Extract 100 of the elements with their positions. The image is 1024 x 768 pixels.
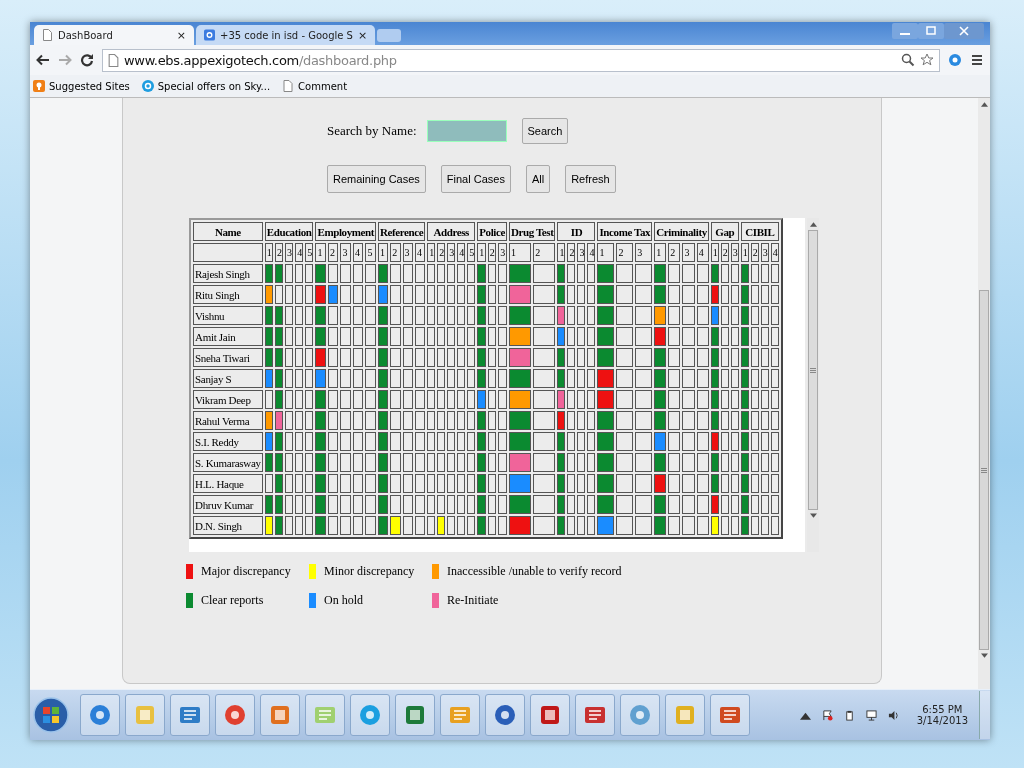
scroll-down-icon[interactable]	[809, 513, 817, 519]
flag-icon[interactable]	[821, 709, 833, 721]
address-bar[interactable]: www.ebs.appexigotech.com/dashboard.php	[102, 48, 940, 72]
name-cell: Rajesh Singh	[193, 264, 263, 283]
start-orb-icon[interactable]	[33, 697, 69, 733]
column-header: Education	[264, 222, 314, 241]
taskbar-button[interactable]	[665, 694, 705, 736]
subcolumn-number: 3	[730, 243, 739, 262]
subcolumn-number: 1	[740, 243, 749, 262]
app-icon	[88, 703, 112, 727]
name-cell: Amit Jain	[193, 327, 263, 346]
scroll-up-icon[interactable]	[809, 221, 817, 227]
scroll-thumb[interactable]	[808, 230, 818, 510]
subcolumn-number: 1	[654, 243, 667, 262]
app-icon	[673, 703, 697, 727]
show-desktop-button[interactable]	[979, 691, 990, 739]
subcolumn-number: 1	[710, 243, 719, 262]
taskbar-button[interactable]	[350, 694, 390, 736]
url-host: www.ebs.appexigotech.com	[124, 52, 299, 68]
filter-button[interactable]: Remaining Cases	[327, 165, 426, 193]
subcolumn-number: 2	[668, 243, 681, 262]
taskbar-button[interactable]	[620, 694, 660, 736]
taskbar-button[interactable]	[80, 694, 120, 736]
taskbar-button[interactable]	[260, 694, 300, 736]
new-tab-button[interactable]	[377, 29, 402, 42]
column-header: Employment	[315, 222, 376, 241]
taskbar-button[interactable]	[125, 694, 165, 736]
url-path: /dashboard.php	[298, 52, 397, 68]
subcolumn-number: 2	[567, 243, 576, 262]
search-label: Search by Name:	[327, 123, 417, 139]
name-cell: Sanjay S	[193, 369, 263, 388]
reload-icon[interactable]	[80, 53, 94, 67]
taskbar-button[interactable]	[440, 694, 480, 736]
name-cell: Vikram Deep	[193, 390, 263, 409]
search-button[interactable]: Search	[521, 118, 569, 144]
speaker-icon[interactable]	[887, 709, 899, 721]
subcolumn-number: 1	[477, 243, 486, 262]
filter-button[interactable]: Refresh	[565, 165, 616, 193]
subcolumn-number: 3	[498, 243, 507, 262]
subcolumn-number: 2	[616, 243, 634, 262]
legend-label: Re-Initiate	[447, 593, 499, 608]
taskbar-button[interactable]	[170, 694, 210, 736]
subcolumn-number: 2	[533, 243, 556, 262]
browser-tab[interactable]: DashBoard ×	[34, 25, 194, 45]
browser-tab[interactable]: +35 code in isd - Google S ×	[196, 25, 376, 45]
column-header: Reference	[378, 222, 426, 241]
subcolumn-number: 1	[597, 243, 615, 262]
tab-title: DashBoard	[58, 29, 114, 41]
subcolumn-number: 2	[487, 243, 497, 262]
back-arrow-icon[interactable]	[36, 53, 50, 67]
subcolumn-number: 4	[352, 243, 364, 262]
maximize-icon[interactable]	[918, 23, 944, 39]
filter-button[interactable]: All	[525, 165, 551, 193]
column-header: Police	[477, 222, 507, 241]
bookmark-link[interactable]: Comment	[282, 80, 348, 92]
menu-icon[interactable]	[970, 53, 984, 67]
subcolumn-number: 5	[467, 243, 476, 262]
name-search-field[interactable]	[426, 120, 507, 142]
column-header: ID	[557, 222, 596, 241]
bookmark-link[interactable]: Special offers on Sky...	[141, 80, 271, 92]
scroll-thumb[interactable]	[979, 290, 989, 650]
name-cell: Dhruv Kumar	[193, 495, 263, 514]
filter-button[interactable]: Final Cases	[440, 165, 511, 193]
scroll-down-icon[interactable]	[980, 653, 988, 659]
legend-label: Clear reports	[201, 593, 264, 608]
clock[interactable]: 6:55 PM 3/14/2013	[916, 704, 968, 726]
bookmark-link[interactable]: Suggested Sites	[33, 80, 130, 92]
subcolumn-number: 1	[315, 243, 326, 262]
magnifier-icon[interactable]	[901, 53, 915, 67]
network-icon[interactable]	[865, 709, 877, 721]
tab-close-button[interactable]: ×	[357, 28, 368, 42]
app-icon	[223, 703, 247, 727]
subcolumn-number: 5	[365, 243, 376, 262]
tab-close-button[interactable]: ×	[176, 28, 186, 42]
taskbar-button[interactable]	[485, 694, 525, 736]
page-scrollbar[interactable]	[978, 98, 990, 689]
taskbar-button[interactable]	[530, 694, 570, 736]
taskbar-button[interactable]	[710, 694, 750, 736]
taskbar-button[interactable]	[575, 694, 615, 736]
close-icon[interactable]	[944, 23, 984, 39]
star-icon[interactable]	[920, 53, 934, 67]
subcolumn-number: 1	[557, 243, 566, 262]
name-cell: D.N. Singh	[193, 516, 263, 535]
app-icon	[358, 703, 382, 727]
column-header: Income Tax	[597, 222, 653, 241]
round-logo-icon	[141, 80, 154, 92]
subcolumn-number: 3	[340, 243, 351, 262]
name-cell: Rahul Verma	[193, 411, 263, 430]
taskbar-button[interactable]	[305, 694, 345, 736]
forward-arrow-icon[interactable]	[58, 53, 72, 67]
tab-title: +35 code in isd - Google S	[220, 29, 353, 41]
taskbar-button[interactable]	[395, 694, 435, 736]
page-icon	[282, 80, 295, 92]
scroll-up-icon[interactable]	[980, 101, 988, 107]
extension-icon[interactable]	[948, 53, 962, 67]
clock-date: 3/14/2013	[916, 715, 968, 726]
minimize-icon[interactable]	[892, 23, 918, 39]
subcolumn-number: 1	[264, 243, 273, 262]
subcolumn-number: 2	[390, 243, 401, 262]
taskbar-button[interactable]	[215, 694, 255, 736]
